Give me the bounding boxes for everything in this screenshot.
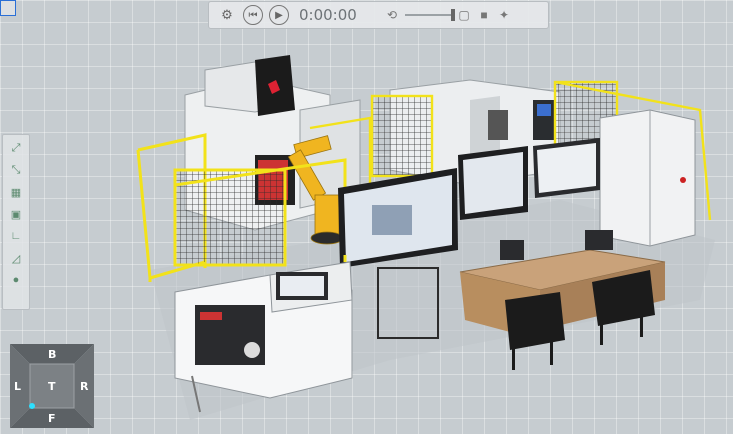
video-camera-icon[interactable]: ■ (477, 8, 491, 22)
display-medium (458, 146, 528, 220)
chart-dropdown-icon[interactable]: ◿ (6, 249, 26, 267)
fit-selection-icon[interactable]: ⤡ (6, 161, 26, 179)
navcube-right-label[interactable]: R (80, 380, 88, 393)
play-icon[interactable]: ▶ (269, 5, 289, 25)
wand-icon[interactable]: ✦ (497, 8, 511, 22)
speed-icon: ⟲ (386, 8, 398, 22)
playback-time: 0:00:00 (299, 6, 357, 24)
navcube-top-label[interactable]: B (48, 348, 56, 361)
document-icon[interactable]: ▢ (457, 8, 471, 22)
shading-dropdown-icon[interactable]: ● (6, 271, 26, 289)
factory-scene[interactable] (0, 0, 733, 434)
electrical-cabinet (599, 109, 696, 247)
navigation-cube[interactable]: B L T R F (10, 344, 94, 428)
navcube-left-label[interactable]: L (14, 380, 21, 393)
view-toolbar: ⤢ ⤡ ▦ ▣ ∟ ◿ ● (2, 134, 30, 310)
navcube-bottom-label[interactable]: F (48, 412, 56, 425)
box-view-icon[interactable]: ▣ (6, 205, 26, 223)
3d-viewport[interactable]: ⚙ ⏮ ▶ 0:00:00 ⟲ ▢ ■ ✦ ⤢ ⤡ ▦ ▣ ∟ ◿ ● B L … (0, 0, 733, 434)
viewport-indicator (0, 0, 16, 16)
speed-slider[interactable] (405, 9, 455, 21)
navcube-center-label[interactable]: T (48, 380, 56, 393)
grid-view-icon[interactable]: ▦ (6, 183, 26, 201)
rewind-icon[interactable]: ⏮ (243, 5, 263, 25)
gear-icon[interactable]: ⚙ (217, 5, 237, 25)
fit-all-icon[interactable]: ⤢ (6, 139, 26, 157)
axis-dropdown-icon[interactable]: ∟ (6, 227, 26, 245)
display-hmi (533, 138, 600, 198)
playback-toolbar: ⚙ ⏮ ▶ 0:00:00 ⟲ ▢ ■ ✦ (208, 1, 549, 29)
